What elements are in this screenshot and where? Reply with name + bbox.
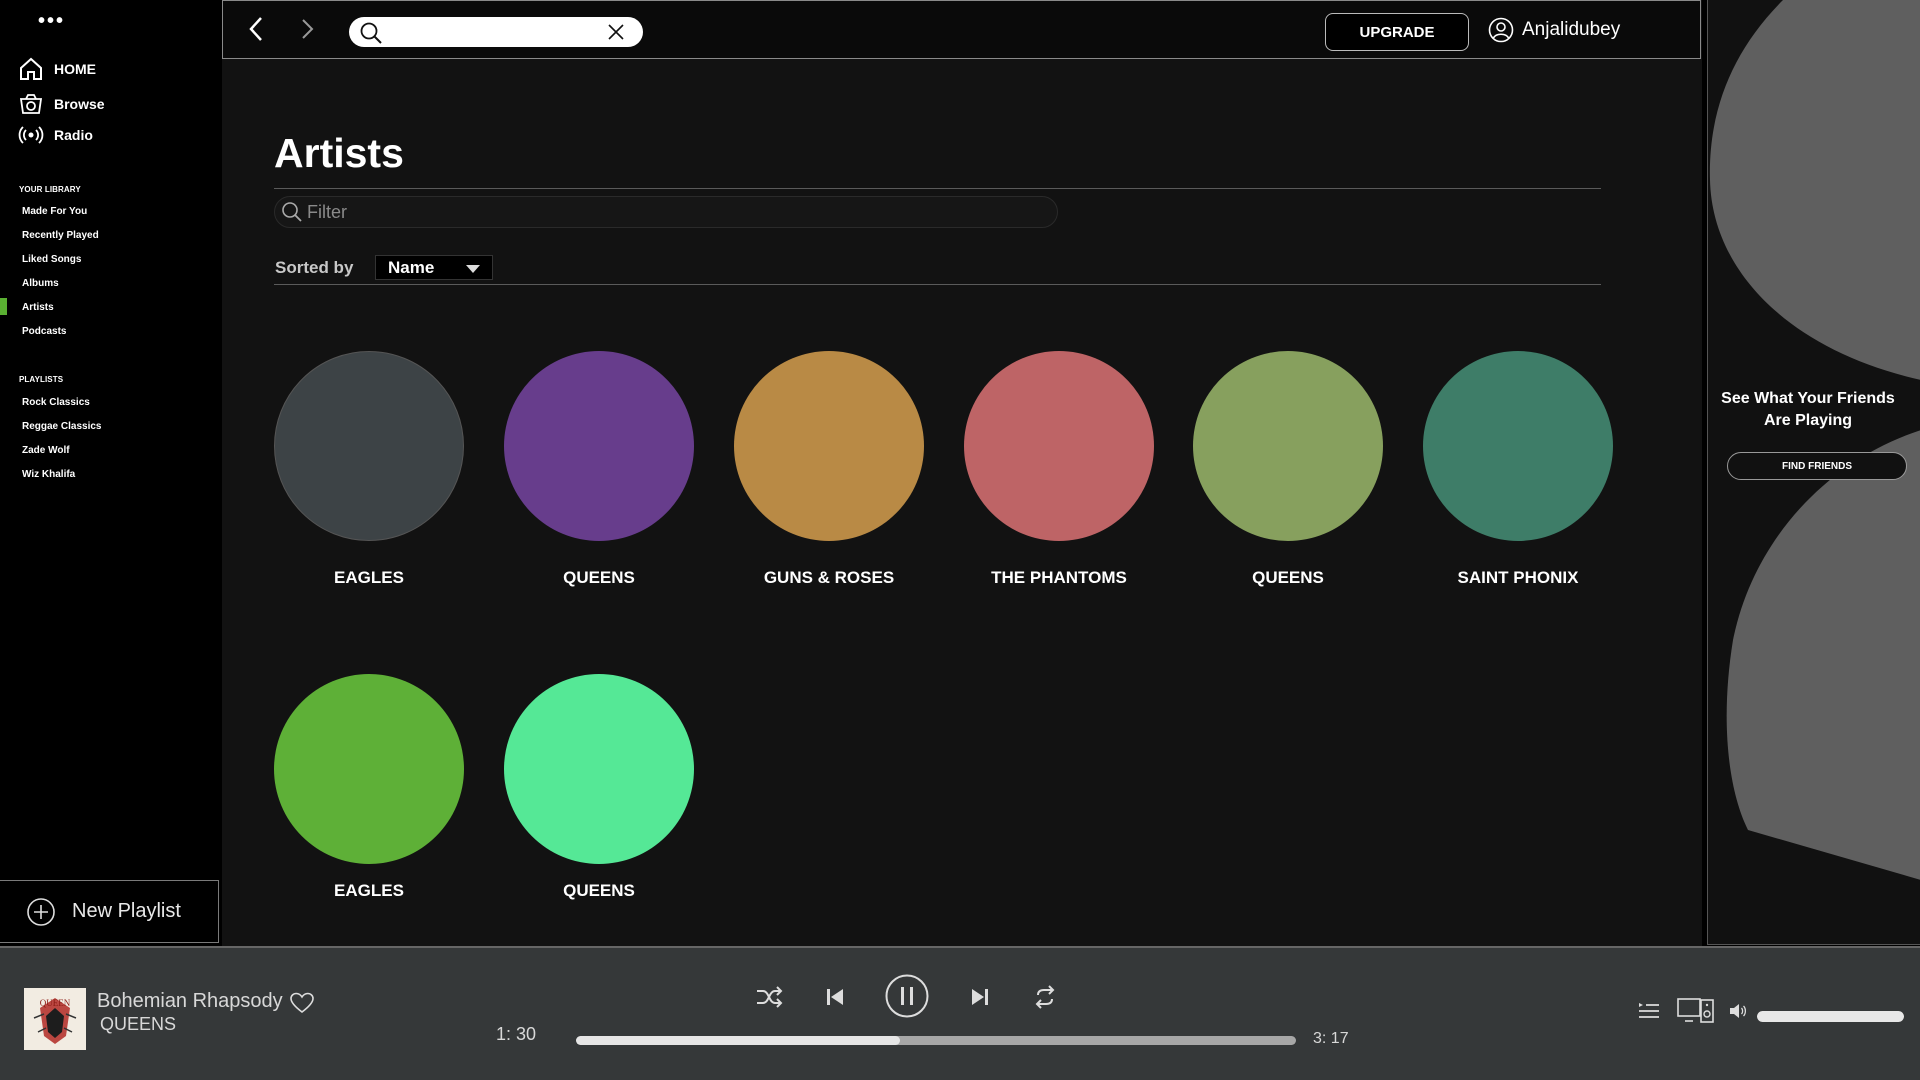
shuffle-icon[interactable]: [755, 985, 783, 1009]
track-artist[interactable]: QUEENS: [100, 1014, 176, 1035]
user-icon: [1488, 17, 1514, 43]
artist-avatar: [274, 674, 464, 864]
sort-divider: [274, 284, 1601, 285]
nav-radio-label: Radio: [54, 127, 93, 143]
search-icon: [360, 22, 382, 44]
title-divider: [274, 188, 1601, 189]
artist-card[interactable]: QUEENS: [1193, 351, 1383, 587]
library-item-albums[interactable]: Albums: [22, 278, 59, 289]
playlists-heading: PLAYLISTS: [19, 375, 64, 384]
volume-fill: [1757, 1011, 1904, 1022]
playlist-item-rock-classics[interactable]: Rock Classics: [22, 397, 90, 408]
browse-icon: [19, 94, 43, 114]
page-title: Artists: [274, 130, 404, 176]
sorted-by-label: Sorted by: [275, 258, 354, 277]
playlist-item-reggae-classics[interactable]: Reggae Classics: [22, 421, 102, 432]
track-title[interactable]: Bohemian Rhapsody: [97, 990, 283, 1013]
library-item-podcasts[interactable]: Podcasts: [22, 326, 66, 337]
main-content: UPGRADE Anjalidubey Artists Sorted by Na…: [222, 0, 1702, 946]
filter-input[interactable]: [307, 201, 907, 223]
artist-name: QUEENS: [563, 568, 635, 587]
artist-card[interactable]: EAGLES: [274, 351, 464, 587]
album-cover-text: QUEEN: [40, 998, 71, 1008]
nav-home-label: HOME: [54, 61, 96, 77]
queue-icon[interactable]: [1637, 1000, 1661, 1020]
sort-value: Name: [388, 257, 435, 277]
artist-avatar: [1193, 351, 1383, 541]
artist-name: GUNS & ROSES: [763, 568, 895, 587]
total-time: 3: 17: [1313, 1030, 1349, 1047]
nav-browse-label: Browse: [54, 96, 105, 112]
artist-name: THE PHANTOMS: [991, 568, 1127, 587]
artist-name: EAGLES: [334, 881, 404, 900]
artist-avatar: [1423, 351, 1613, 541]
volume-icon[interactable]: [1729, 1003, 1747, 1019]
user-menu[interactable]: Anjalidubey: [1488, 17, 1620, 43]
pause-button[interactable]: [885, 974, 929, 1018]
artist-avatar: [504, 351, 694, 541]
artist-name: QUEENS: [563, 881, 635, 900]
sidebar: ••• HOME Browse Radio YOUR LIBRARY Made …: [0, 0, 222, 946]
elapsed-time: 1: 30: [496, 1024, 537, 1044]
artist-name: EAGLES: [334, 568, 404, 587]
artist-name: SAINT PHONIX: [1457, 568, 1579, 587]
search-icon: [282, 202, 302, 222]
artist-card[interactable]: QUEENS: [504, 351, 694, 587]
artist-avatar: [734, 351, 924, 541]
player-bar: QUEEN Bohemian Rhapsody QUEENS 1: 30 3: …: [0, 946, 1920, 1080]
back-arrow-icon[interactable]: [247, 15, 265, 50]
nav-home[interactable]: HOME: [18, 56, 96, 82]
repeat-icon[interactable]: [1034, 985, 1056, 1009]
volume-slider[interactable]: [1757, 1011, 1904, 1022]
progress-fill: [576, 1036, 900, 1045]
plus-circle-icon: [27, 897, 55, 926]
new-playlist-label: New Playlist: [72, 900, 181, 922]
chevron-down-icon: [466, 265, 480, 273]
previous-track-icon[interactable]: [825, 987, 845, 1007]
artist-name: QUEENS: [1252, 568, 1324, 587]
album-cover[interactable]: QUEEN: [24, 988, 86, 1050]
friend-activity-panel: See What Your Friends Are Playing FIND F…: [1707, 0, 1920, 945]
playlist-item-zade-wolf[interactable]: Zade Wolf: [22, 445, 70, 456]
artist-card[interactable]: SAINT PHONIX: [1423, 351, 1613, 587]
artist-card[interactable]: EAGLES: [274, 674, 464, 900]
library-item-made-for-you[interactable]: Made For You: [22, 206, 87, 217]
forward-arrow-icon[interactable]: [299, 15, 317, 50]
artist-avatar: [504, 674, 694, 864]
library-item-liked-songs[interactable]: Liked Songs: [22, 254, 81, 265]
artist-avatar: [274, 351, 464, 541]
new-playlist-button[interactable]: New Playlist: [0, 880, 219, 943]
library-item-recently-played[interactable]: Recently Played: [22, 230, 99, 241]
nav-browse[interactable]: Browse: [18, 91, 105, 117]
top-bar: UPGRADE Anjalidubey: [222, 0, 1701, 59]
home-icon: [20, 57, 42, 80]
devices-icon[interactable]: [1677, 998, 1715, 1024]
artist-avatar: [964, 351, 1154, 541]
progress-bar[interactable]: [576, 1036, 1296, 1045]
library-heading: YOUR LIBRARY: [19, 185, 81, 194]
username: Anjalidubey: [1522, 19, 1621, 40]
album-art-image: QUEEN: [24, 988, 86, 1050]
nav-radio[interactable]: Radio: [18, 122, 93, 148]
radio-icon: [18, 126, 44, 144]
library-item-artists[interactable]: Artists: [22, 302, 54, 313]
playlist-item-wiz-khalifa[interactable]: Wiz Khalifa: [22, 469, 75, 480]
heart-icon[interactable]: [290, 992, 314, 1014]
upgrade-button[interactable]: UPGRADE: [1325, 13, 1469, 51]
find-friends-button[interactable]: FIND FRIENDS: [1727, 452, 1907, 480]
next-track-icon[interactable]: [970, 987, 990, 1007]
search-bar[interactable]: [349, 17, 643, 47]
active-item-marker: [0, 298, 7, 315]
filter-field[interactable]: [274, 196, 1058, 228]
friends-heading: See What Your Friends Are Playing: [1721, 390, 1895, 429]
artist-card[interactable]: QUEENS: [504, 674, 694, 900]
more-options-icon[interactable]: •••: [38, 10, 65, 33]
clear-search-icon[interactable]: [607, 23, 625, 41]
artist-card[interactable]: THE PHANTOMS: [964, 351, 1154, 587]
artist-card[interactable]: GUNS & ROSES: [734, 351, 924, 587]
sort-dropdown[interactable]: Name: [375, 255, 493, 280]
